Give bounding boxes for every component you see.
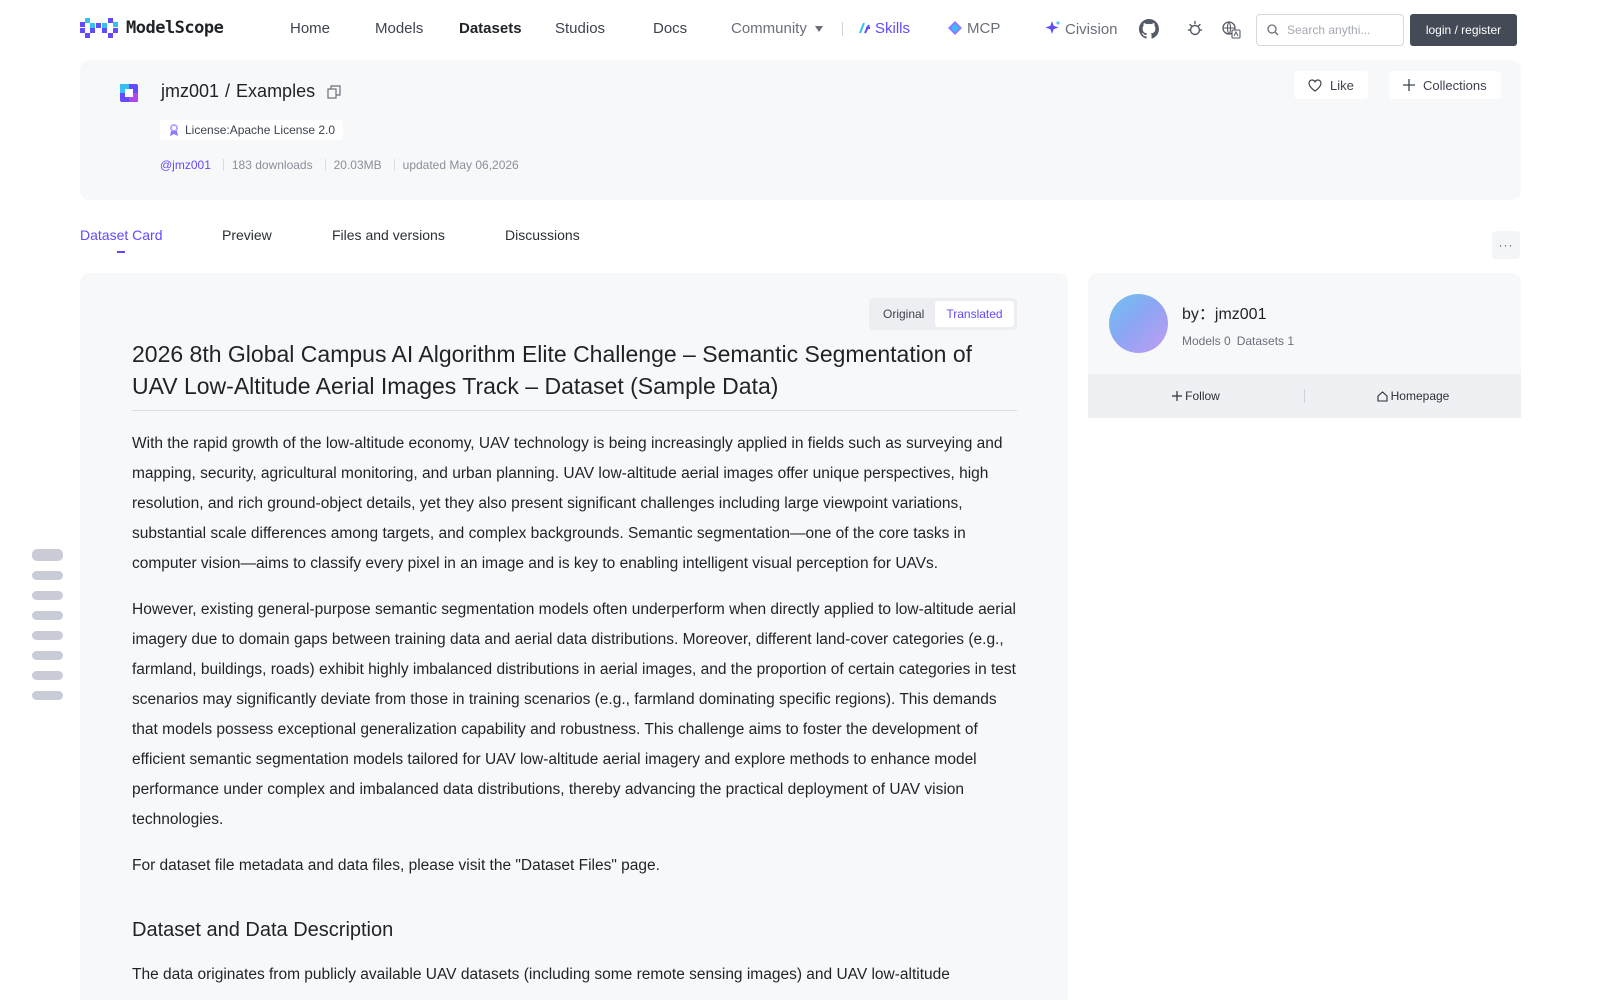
readme-content: 2026 8th Global Campus AI Algorithm Elit… xyxy=(132,338,1017,990)
github-icon[interactable] xyxy=(1139,19,1159,39)
chevron-down-icon xyxy=(814,26,823,33)
nav-mcp[interactable]: MCP xyxy=(947,20,1000,37)
logo-mark-icon xyxy=(80,18,118,38)
top-nav: ModelScope Home Models Datasets Studios … xyxy=(0,0,1600,58)
license-icon xyxy=(170,124,178,136)
homepage-label: Homepage xyxy=(1390,389,1450,403)
license-text: License:Apache License 2.0 xyxy=(185,123,336,137)
follow-button[interactable]: Follow xyxy=(1088,389,1304,403)
search-input[interactable] xyxy=(1287,23,1387,37)
like-label: Like xyxy=(1330,77,1354,93)
author-link[interactable]: @jmz001 xyxy=(160,158,211,172)
author-actions: Follow Homepage xyxy=(1088,374,1521,418)
table-of-contents xyxy=(32,549,63,711)
dataset-name: Examples xyxy=(236,81,316,101)
more-options-button[interactable]: ··· xyxy=(1492,231,1520,259)
meta-divider xyxy=(393,159,395,171)
readme-title: 2026 8th Global Campus AI Algorithm Elit… xyxy=(132,338,1017,411)
login-register-button[interactable]: login / register xyxy=(1410,14,1517,46)
dataset-logo-icon xyxy=(120,84,138,102)
search-box[interactable] xyxy=(1256,14,1404,46)
collections-button[interactable]: Collections xyxy=(1389,71,1501,99)
avatar[interactable] xyxy=(1109,294,1168,353)
author-datasets-count[interactable]: Datasets 1 xyxy=(1237,334,1294,348)
translated-toggle-button[interactable]: Translated xyxy=(935,301,1014,327)
toc-item[interactable] xyxy=(32,651,63,660)
nav-studios[interactable]: Studios xyxy=(555,20,605,37)
nav-home[interactable]: Home xyxy=(290,20,330,37)
translate-icon[interactable] xyxy=(1221,19,1241,39)
nav-datasets[interactable]: Datasets xyxy=(459,20,522,37)
nav-skills[interactable]: Skills xyxy=(857,20,910,37)
updated-date: updated May 06,2026 xyxy=(402,158,519,172)
readme-paragraph: However, existing general-purpose semant… xyxy=(132,601,1016,828)
collections-label: Collections xyxy=(1423,77,1487,93)
download-count: 183 downloads xyxy=(231,158,313,172)
toc-item[interactable] xyxy=(32,611,63,620)
meta-divider xyxy=(222,159,224,171)
title-slash: / xyxy=(225,81,231,101)
plus-icon xyxy=(1172,391,1183,401)
dataset-size: 20.03MB xyxy=(333,158,382,172)
heart-icon xyxy=(1308,78,1322,92)
author-stats: Models 0 Datasets 1 xyxy=(1182,334,1294,348)
meta-divider xyxy=(324,159,326,171)
nav-community-label: Community xyxy=(731,20,807,37)
readme-paragraph: The data originates from publicly availa… xyxy=(132,966,950,983)
readme-section-heading: Dataset and Data Description xyxy=(132,919,394,941)
like-button[interactable]: Like xyxy=(1294,71,1368,99)
nav-mcp-label: MCP xyxy=(967,20,1001,37)
nav-docs[interactable]: Docs xyxy=(653,20,687,37)
theme-icon[interactable] xyxy=(1185,19,1205,39)
author-name[interactable]: by：jmz001 xyxy=(1182,300,1266,324)
modelscope-logo[interactable]: ModelScope xyxy=(80,18,224,38)
search-icon xyxy=(1267,24,1279,36)
skills-icon xyxy=(859,22,870,34)
toc-item[interactable] xyxy=(32,549,63,561)
dataset-title: jmz001 / Examples xyxy=(161,81,341,102)
plus-icon xyxy=(1403,79,1415,91)
readme-paragraph: For dataset file metadata and data files… xyxy=(132,857,660,874)
tab-preview[interactable]: Preview xyxy=(222,227,272,243)
toc-item[interactable] xyxy=(32,671,63,680)
nav-models[interactable]: Models xyxy=(375,20,423,37)
language-toggle: Original Translated xyxy=(869,298,1017,330)
home-icon xyxy=(1377,390,1388,402)
sparkle-icon xyxy=(1045,20,1061,34)
toc-item[interactable] xyxy=(32,691,63,700)
tab-dataset-card[interactable]: Dataset Card xyxy=(80,227,162,243)
toc-item[interactable] xyxy=(32,591,63,600)
homepage-button[interactable]: Homepage xyxy=(1305,389,1521,403)
nav-divider xyxy=(842,22,843,36)
copy-icon[interactable] xyxy=(327,84,341,99)
brand-name: ModelScope xyxy=(126,18,224,38)
active-tab-indicator xyxy=(117,251,125,253)
readme-paragraph: With the rapid growth of the low-altitud… xyxy=(132,435,1003,572)
dataset-owner-link[interactable]: jmz001 xyxy=(161,81,219,102)
nav-community[interactable]: Community xyxy=(731,20,823,37)
toc-item[interactable] xyxy=(32,571,63,580)
mcp-icon xyxy=(948,21,962,35)
nav-civision[interactable]: Civision xyxy=(1045,20,1118,38)
nav-skills-label: Skills xyxy=(875,20,911,37)
author-models-count[interactable]: Models 0 xyxy=(1182,334,1231,348)
toc-item[interactable] xyxy=(32,631,63,640)
nav-civision-label: Civision xyxy=(1065,21,1118,38)
follow-label: Follow xyxy=(1185,389,1220,403)
license-badge[interactable]: License:Apache License 2.0 xyxy=(160,120,344,140)
tab-discussions[interactable]: Discussions xyxy=(505,227,580,243)
dataset-meta: @jmz001 183 downloads 20.03MB updated Ma… xyxy=(160,158,519,172)
original-toggle-button[interactable]: Original xyxy=(872,301,935,327)
tab-files-and-versions[interactable]: Files and versions xyxy=(332,227,445,243)
